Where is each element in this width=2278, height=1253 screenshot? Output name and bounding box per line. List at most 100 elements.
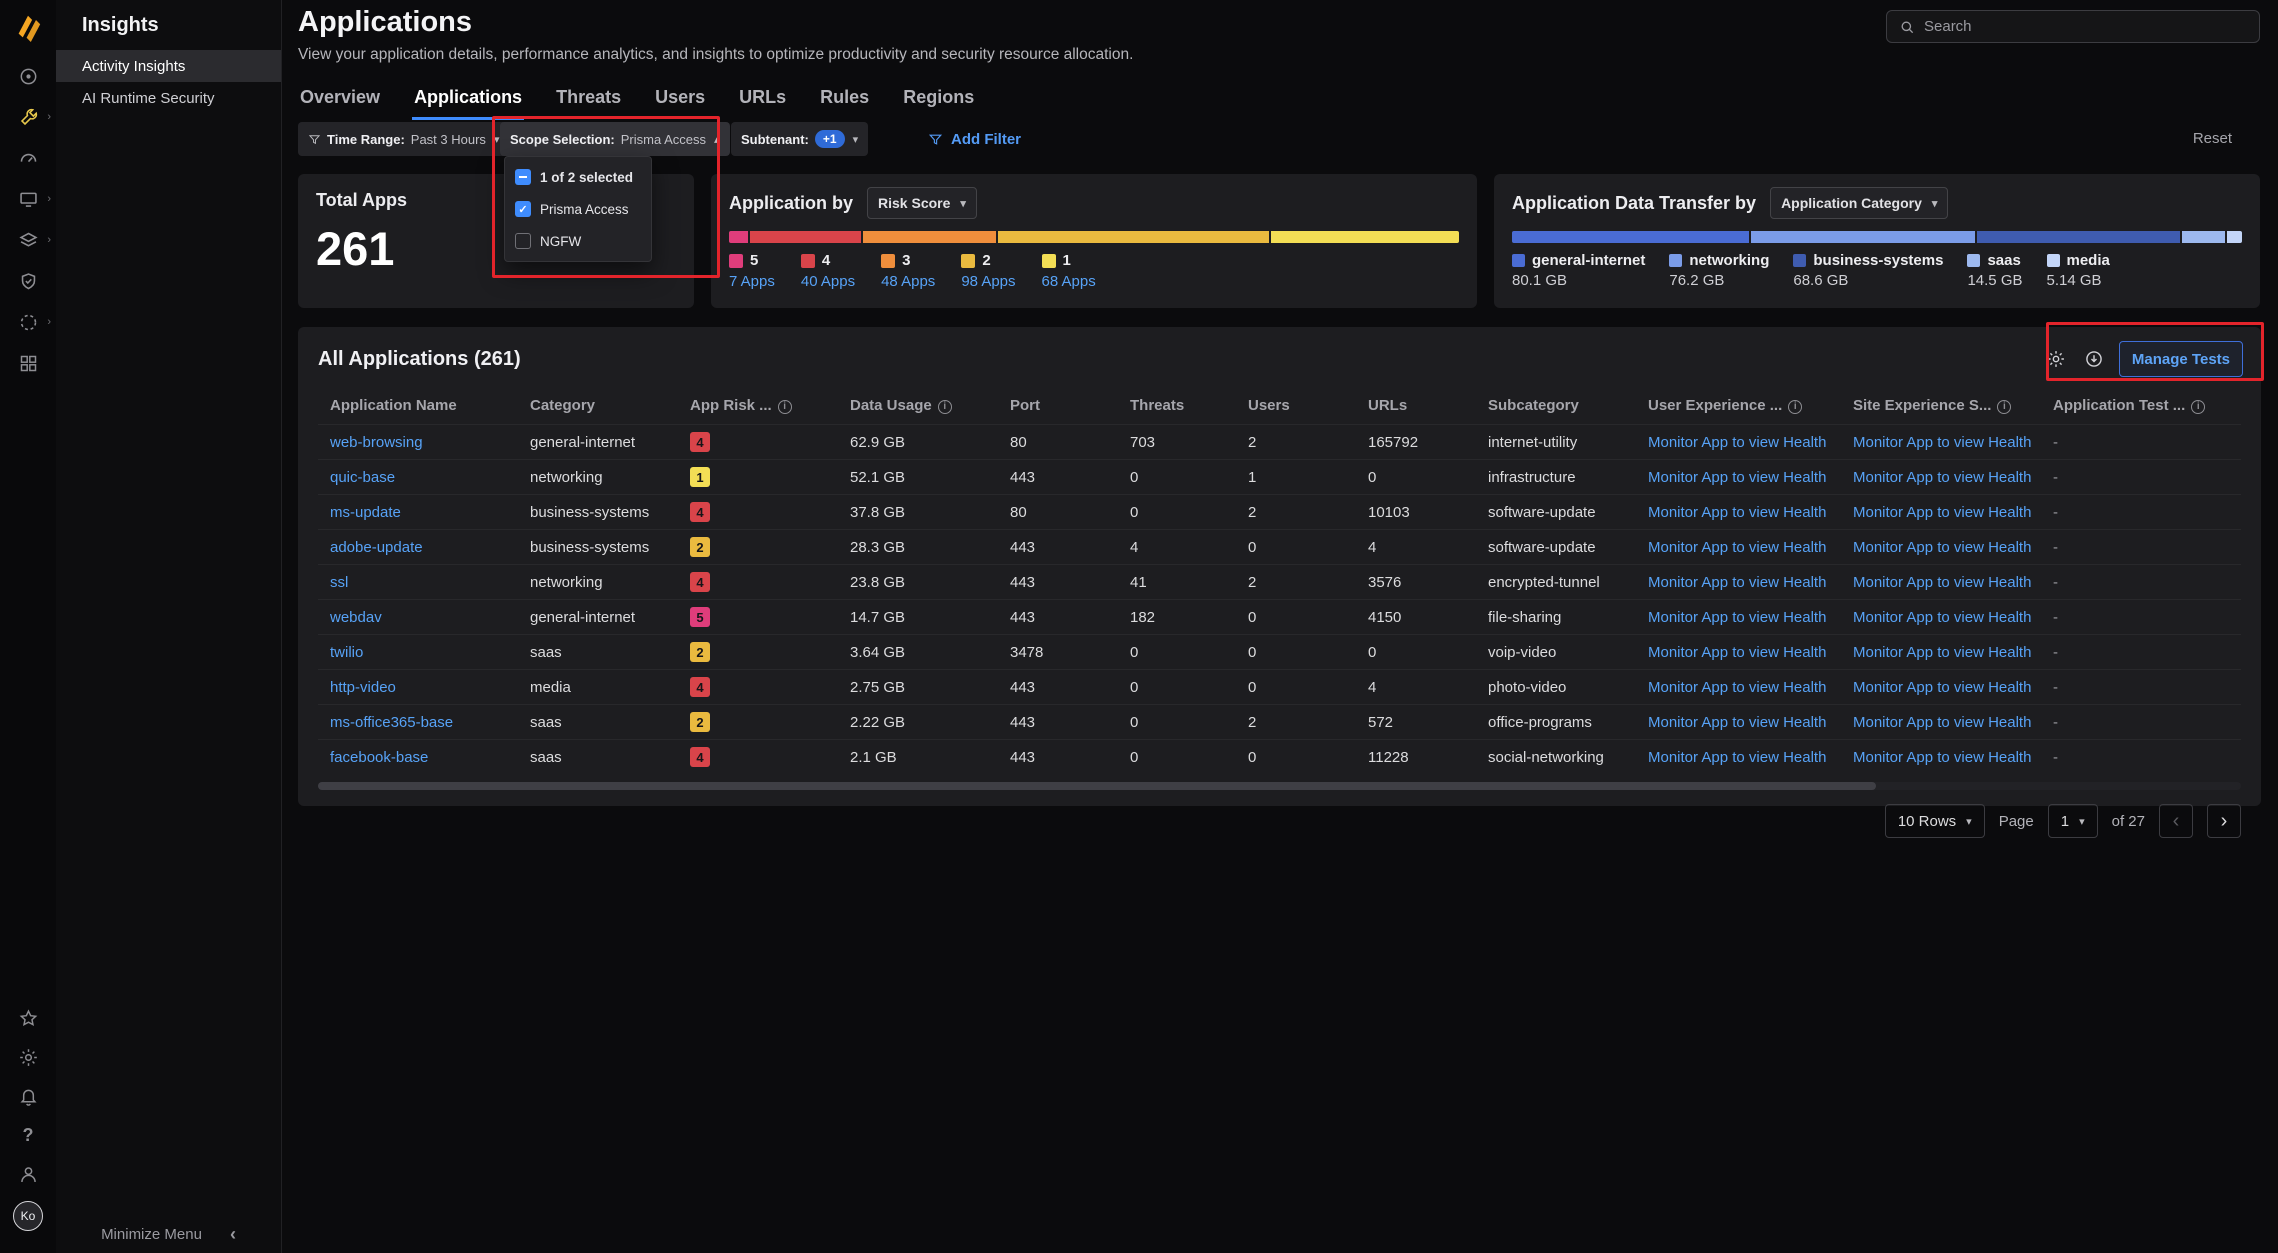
monitor-health-link[interactable]: Monitor App to view Health <box>1853 469 2031 486</box>
rail-item[interactable] <box>0 351 56 375</box>
rows-per-page-selector[interactable]: 10 Rows ▾ <box>1885 804 1985 838</box>
tab-rules[interactable]: Rules <box>818 82 871 120</box>
info-icon[interactable]: i <box>778 400 792 414</box>
horizontal-scrollbar[interactable] <box>318 782 2241 790</box>
monitor-health-link[interactable]: Monitor App to view Health <box>1648 679 1826 696</box>
info-icon[interactable]: i <box>1997 400 2011 414</box>
notifications-icon[interactable] <box>17 1085 39 1107</box>
settings-icon[interactable] <box>17 1046 39 1068</box>
table-row[interactable]: quic-basenetworking152.1 GB443010infrast… <box>318 460 2241 495</box>
tab-regions[interactable]: Regions <box>901 82 976 120</box>
table-row[interactable]: ms-office365-basesaas22.22 GB44302572off… <box>318 705 2241 740</box>
apps-count-link[interactable]: 48 Apps <box>881 273 935 290</box>
subtenant-filter[interactable]: Subtenant: +1 ▾ <box>731 122 868 156</box>
tab-threats[interactable]: Threats <box>554 82 623 120</box>
monitor-health-link[interactable]: Monitor App to view Health <box>1648 539 1826 556</box>
column-header-name[interactable]: Application Name <box>318 387 518 425</box>
app-name-link[interactable]: quic-base <box>330 469 395 486</box>
monitor-health-link[interactable]: Monitor App to view Health <box>1853 609 2031 626</box>
monitor-health-link[interactable]: Monitor App to view Health <box>1853 539 2031 556</box>
tab-users[interactable]: Users <box>653 82 707 120</box>
app-name-link[interactable]: facebook-base <box>330 749 428 766</box>
monitor-health-link[interactable]: Monitor App to view Health <box>1648 469 1826 486</box>
palo-alto-logo[interactable] <box>13 12 43 42</box>
favorites-icon[interactable] <box>17 1007 39 1029</box>
scope-select-all-option[interactable]: 1 of 2 selected <box>505 161 651 193</box>
insights-icon[interactable] <box>17 106 39 128</box>
rail-item[interactable] <box>0 269 56 293</box>
column-header-user-exp[interactable]: User Experience ...i <box>1636 387 1841 425</box>
previous-page-button[interactable]: ‹ <box>2159 804 2193 838</box>
indeterminate-checkbox[interactable] <box>515 169 531 185</box>
monitor-health-link[interactable]: Monitor App to view Health <box>1853 679 2031 696</box>
rail-item[interactable] <box>0 1162 56 1186</box>
app-name-link[interactable]: webdav <box>330 609 382 626</box>
rail-item[interactable]: › <box>0 105 56 129</box>
table-settings-button[interactable] <box>2043 346 2069 372</box>
table-row[interactable]: facebook-basesaas42.1 GB4430011228social… <box>318 740 2241 775</box>
user-avatar[interactable]: Ko <box>13 1201 43 1231</box>
scrollbar-thumb[interactable] <box>318 782 1876 790</box>
table-row[interactable]: sslnetworking423.8 GB4434123576encrypted… <box>318 565 2241 600</box>
table-row[interactable]: adobe-updatebusiness-systems228.3 GB4434… <box>318 530 2241 565</box>
monitor-health-link[interactable]: Monitor App to view Health <box>1648 574 1826 591</box>
sidebar-item-ai-runtime-security[interactable]: AI Runtime Security <box>56 82 281 114</box>
monitor-health-link[interactable]: Monitor App to view Health <box>1853 644 2031 661</box>
manage-tests-button[interactable]: Manage Tests <box>2119 341 2243 377</box>
table-row[interactable]: web-browsinggeneral-internet462.9 GB8070… <box>318 425 2241 460</box>
monitor-health-link[interactable]: Monitor App to view Health <box>1853 749 2031 766</box>
rail-item[interactable]: › <box>0 228 56 252</box>
table-download-button[interactable] <box>2081 346 2107 372</box>
column-header-users[interactable]: Users <box>1236 387 1356 425</box>
rail-item[interactable] <box>0 64 56 88</box>
monitor-health-link[interactable]: Monitor App to view Health <box>1853 504 2031 521</box>
info-icon[interactable]: i <box>938 400 952 414</box>
rail-item[interactable] <box>0 1084 56 1108</box>
scope-option-prisma-access[interactable]: Prisma Access <box>505 193 651 225</box>
column-header-port[interactable]: Port <box>998 387 1118 425</box>
unchecked-checkbox[interactable] <box>515 233 531 249</box>
monitor-health-link[interactable]: Monitor App to view Health <box>1648 609 1826 626</box>
table-row[interactable]: ms-updatebusiness-systems437.8 GB8002101… <box>318 495 2241 530</box>
app-name-link[interactable]: ssl <box>330 574 348 591</box>
tab-urls[interactable]: URLs <box>737 82 788 120</box>
reset-button[interactable]: Reset <box>2193 130 2232 147</box>
scope-option-ngfw[interactable]: NGFW <box>505 225 651 257</box>
monitor-health-link[interactable]: Monitor App to view Health <box>1853 574 2031 591</box>
app-name-link[interactable]: http-video <box>330 679 396 696</box>
time-range-filter[interactable]: Time Range: Past 3 Hours ▾ <box>298 122 509 156</box>
dashboards-icon[interactable] <box>17 147 39 169</box>
rail-item[interactable]: › <box>0 187 56 211</box>
monitor-health-link[interactable]: Monitor App to view Health <box>1648 434 1826 451</box>
column-header-data-usage[interactable]: Data Usagei <box>838 387 998 425</box>
rail-item[interactable]: ? <box>0 1123 56 1147</box>
rail-item[interactable]: › <box>0 310 56 334</box>
workflows-icon[interactable] <box>17 188 39 210</box>
apps-count-link[interactable]: 7 Apps <box>729 273 775 290</box>
apps-count-link[interactable]: 98 Apps <box>961 273 1015 290</box>
reports-icon[interactable] <box>17 352 39 374</box>
monitor-health-link[interactable]: Monitor App to view Health <box>1648 504 1826 521</box>
monitor-health-link[interactable]: Monitor App to view Health <box>1648 749 1826 766</box>
app-name-link[interactable]: web-browsing <box>330 434 423 451</box>
column-header-app-test[interactable]: Application Test ...i <box>2041 387 2241 425</box>
apps-count-link[interactable]: 68 Apps <box>1042 273 1096 290</box>
info-icon[interactable]: i <box>2191 400 2205 414</box>
app-name-link[interactable]: ms-update <box>330 504 401 521</box>
add-filter-button[interactable]: Add Filter <box>922 122 1027 156</box>
search-input[interactable]: Search <box>1886 10 2260 43</box>
rail-item[interactable] <box>0 1045 56 1069</box>
help-icon[interactable]: ? <box>17 1124 39 1146</box>
column-header-subcategory[interactable]: Subcategory <box>1476 387 1636 425</box>
manage-icon[interactable] <box>17 229 39 251</box>
rail-item[interactable] <box>0 146 56 170</box>
user-icon[interactable] <box>17 1163 39 1185</box>
tab-applications[interactable]: Applications <box>412 82 524 120</box>
table-row[interactable]: twiliosaas23.64 GB3478000voip-videoMonit… <box>318 635 2241 670</box>
apps-count-link[interactable]: 40 Apps <box>801 273 855 290</box>
checked-checkbox[interactable] <box>515 201 531 217</box>
next-page-button[interactable]: › <box>2207 804 2241 838</box>
table-row[interactable]: webdavgeneral-internet514.7 GB4431820415… <box>318 600 2241 635</box>
column-header-threats[interactable]: Threats <box>1118 387 1236 425</box>
security-icon[interactable] <box>17 270 39 292</box>
